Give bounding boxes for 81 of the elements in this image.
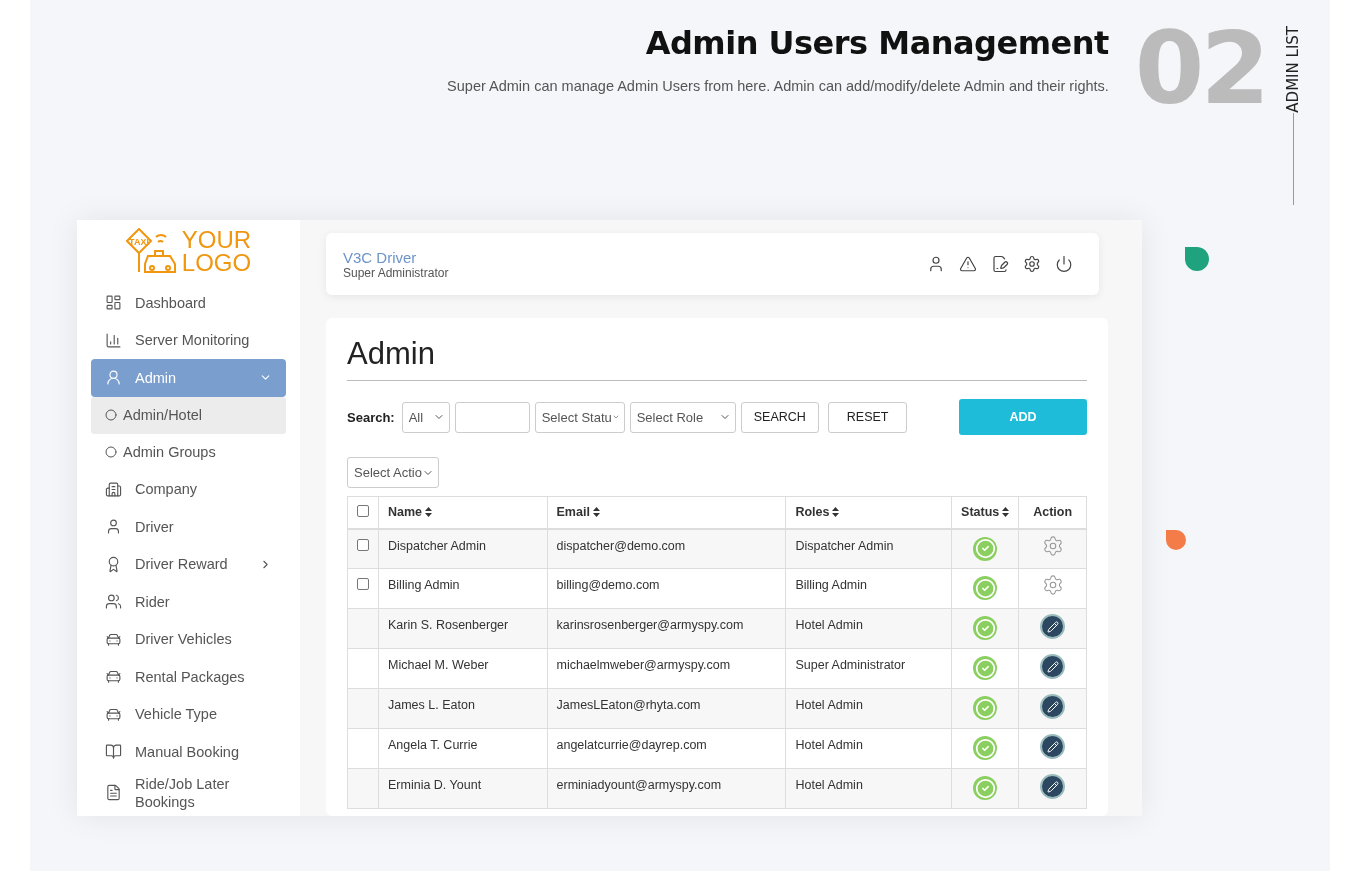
- circle-icon: [105, 446, 117, 458]
- section-label: ADMIN LIST: [1284, 25, 1302, 113]
- submenu-item[interactable]: Admin/Hotel: [91, 396, 286, 434]
- table-cell: Hotel Admin: [785, 688, 952, 729]
- document-icon: [105, 784, 122, 801]
- table-cell: billing@demo.com: [547, 568, 786, 609]
- car-icon: [105, 668, 122, 686]
- table-cell: Super Administrator: [785, 648, 952, 689]
- search-field[interactable]: [454, 401, 530, 433]
- checkbox[interactable]: [357, 504, 369, 517]
- action-select[interactable]: Select Actio: [347, 457, 439, 488]
- dashboard-icon: [105, 294, 122, 312]
- search-label: Search:: [347, 409, 395, 425]
- column-header[interactable]: Email: [547, 496, 786, 529]
- sidebar-item[interactable]: Rider: [91, 583, 286, 621]
- table-cell: dispatcher@demo.com: [547, 528, 786, 569]
- user-icon: [105, 518, 122, 536]
- search-button[interactable]: SEARCH: [740, 401, 819, 433]
- table-cell: Hotel Admin: [785, 728, 952, 769]
- type-select[interactable]: All: [401, 401, 450, 433]
- users-icon: [105, 593, 122, 611]
- power-icon[interactable]: [1055, 255, 1073, 273]
- bar-chart-icon: [105, 331, 122, 349]
- user-role: Super Administrator: [343, 265, 449, 280]
- table-cell: JamesLEaton@rhyta.com: [547, 688, 786, 729]
- section-number: 02: [1134, 26, 1266, 111]
- sidebar-item[interactable]: Company: [91, 470, 286, 508]
- sidebar-item[interactable]: Server Monitoring: [91, 321, 286, 359]
- sidebar-item[interactable]: Manual Booking: [91, 733, 286, 771]
- table-cell: angelatcurrie@dayrep.com: [547, 728, 786, 769]
- table-cell: karinsrosenberger@armyspy.com: [547, 608, 786, 649]
- edit-icon[interactable]: [1040, 774, 1066, 799]
- table-cell: Hotel Admin: [785, 608, 952, 649]
- column-header[interactable]: Status: [951, 496, 1019, 529]
- edit-icon[interactable]: [1040, 614, 1066, 639]
- edit-icon[interactable]: [1040, 734, 1066, 759]
- checkbox[interactable]: [357, 578, 369, 590]
- sidebar-item[interactable]: Rental Packages: [91, 658, 286, 696]
- checkbox[interactable]: [357, 538, 369, 551]
- column-header: Action: [1018, 496, 1087, 529]
- submenu-item[interactable]: Admin Groups: [91, 433, 286, 471]
- table-cell: erminiadyount@armyspy.com: [547, 768, 786, 809]
- sidebar-item[interactable]: Dashboard: [91, 284, 286, 322]
- section-title: Admin: [347, 336, 1087, 381]
- leaf-shape: [1185, 247, 1209, 271]
- column-header[interactable]: Name: [378, 496, 547, 529]
- table-cell: Michael M. Weber: [378, 648, 547, 689]
- sidebar-item[interactable]: Driver: [91, 508, 286, 546]
- status-select[interactable]: Select Statu: [534, 401, 625, 433]
- user-name: V3C Driver: [343, 248, 418, 266]
- page-description: Super Admin can manage Admin Users from here. Admin can add/modify/delete Admin and their rights.: [447, 78, 1109, 94]
- book-icon: [105, 743, 122, 761]
- sidebar-item[interactable]: Driver Vehicles: [91, 620, 286, 658]
- table-cell: Angela T. Currie: [378, 728, 547, 769]
- user-icon[interactable]: [927, 255, 945, 273]
- table-cell: Dispatcher Admin: [785, 528, 952, 569]
- table-cell: Hotel Admin: [785, 768, 952, 809]
- table-cell: Erminia D. Yount: [378, 768, 547, 809]
- column-header[interactable]: Roles: [785, 496, 952, 529]
- leaf-shape: [1166, 530, 1186, 550]
- table-cell: Karin S. Rosenberger: [378, 608, 547, 649]
- logo-text: YOUR LOGO: [181, 228, 252, 274]
- table-cell: michaelmweber@armyspy.com: [547, 648, 786, 689]
- sidebar-item[interactable]: Driver Reward: [91, 545, 286, 583]
- user-icon: [105, 369, 122, 387]
- edit-document-icon[interactable]: [991, 255, 1009, 273]
- edit-icon[interactable]: [1040, 694, 1066, 719]
- role-select[interactable]: Select Role: [629, 401, 736, 433]
- page-heading: Admin Users Management: [645, 24, 1109, 62]
- building-icon: [105, 480, 122, 498]
- circle-icon: [105, 409, 117, 421]
- table-cell: Billing Admin: [378, 568, 547, 609]
- reset-button[interactable]: RESET: [827, 401, 908, 433]
- table-cell: Dispatcher Admin: [378, 528, 547, 569]
- table-cell: Billing Admin: [785, 568, 952, 609]
- sidebar-item[interactable]: Vehicle Type: [91, 695, 286, 733]
- table-cell: James L. Eaton: [378, 688, 547, 729]
- warning-icon[interactable]: [959, 255, 977, 273]
- edit-icon[interactable]: [1040, 654, 1066, 679]
- sidebar-item[interactable]: Ride/Job Later Bookings: [91, 770, 286, 815]
- settings-icon[interactable]: [1023, 255, 1041, 273]
